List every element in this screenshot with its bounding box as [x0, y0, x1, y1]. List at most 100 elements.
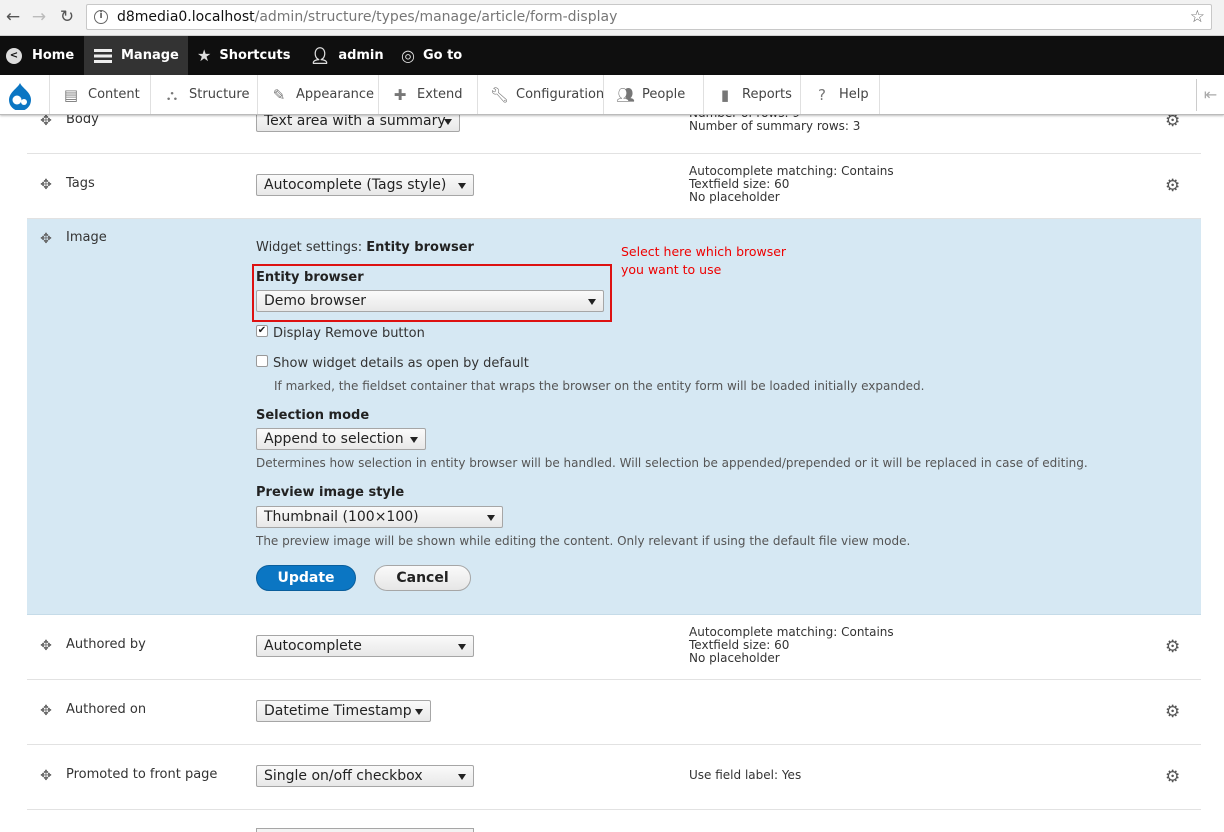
selection-mode-label: Selection mode [256, 408, 370, 423]
summary-line: Number of summary rows: 3 [689, 119, 861, 133]
annotation-text: Select here which browser you want to us… [621, 244, 787, 277]
table-row-authored-on: ✥ Authored on Datetime Timestamp ⚙ [27, 680, 1201, 745]
tray-item-people[interactable]: 👥︎ People [603, 75, 703, 114]
widget-select[interactable]: Datetime Timestamp [256, 700, 431, 722]
drag-handle-icon[interactable]: ✥ [39, 704, 53, 718]
preview-image-style-label: Preview image style [256, 485, 405, 500]
user-icon: 👤︎ [310, 46, 331, 65]
preview-image-style-select[interactable]: Thumbnail (100×100) [256, 506, 503, 528]
toolbar-home-label: Home [32, 48, 75, 63]
widget-summary: Use field label: Yes [689, 769, 801, 782]
structure-icon: ⛬ [166, 85, 178, 104]
tray-item-label: Help [839, 87, 869, 102]
toolbar-goto-label: Go to [422, 48, 463, 63]
toolbar-manage[interactable]: Manage [84, 36, 188, 75]
selection-mode-description: Determines how selection in entity brows… [256, 456, 1088, 470]
table-row-authored-by: ✥ Authored by Autocomplete Autocomplete … [27, 615, 1201, 680]
field-label: Image [66, 230, 107, 245]
toolbar-user-label: admin [338, 48, 384, 63]
url-host: d8media0.localhost [117, 9, 255, 25]
wrench-icon: 🔧︎ [490, 85, 510, 104]
widget-select[interactable]: Single on/off checkbox [256, 765, 474, 787]
site-info-icon[interactable]: i [94, 10, 108, 24]
bar-chart-icon: ▮ [720, 85, 730, 104]
drag-handle-icon[interactable]: ✥ [39, 639, 53, 653]
summary-line: No placeholder [689, 651, 780, 665]
field-label: Authored on [66, 702, 147, 717]
widget-summary: Autocomplete matching: Contains Textfiel… [689, 165, 894, 204]
gear-icon[interactable]: ⚙ [1165, 702, 1180, 722]
tray-item-label: Appearance [296, 87, 375, 102]
tray-item-structure[interactable]: ⛬ Structure [150, 75, 251, 114]
table-row-tags: ✥ Tags Autocomplete (Tags style) Autocom… [27, 154, 1201, 219]
bookmark-star-icon[interactable]: ☆ [1190, 7, 1205, 27]
entity-browser-label: Entity browser [256, 270, 364, 285]
toolbar-shortcuts-label: Shortcuts [219, 48, 291, 63]
drag-handle-icon[interactable]: ✥ [39, 769, 53, 783]
drag-handle-icon[interactable]: ✥ [39, 232, 53, 246]
star-icon: ★ [197, 46, 212, 65]
url-text: d8media0.localhost/admin/structure/types… [117, 9, 617, 26]
summary-line: No placeholder [689, 190, 780, 204]
widget-settings-heading: Widget settings: Entity browser [256, 240, 474, 255]
back-arrow-icon[interactable]: ← [2, 6, 24, 28]
puzzle-icon: ✚ [393, 85, 407, 104]
field-label: Tags [66, 176, 95, 191]
browser-chrome: ← → ↻ i d8media0.localhost/admin/structu… [0, 0, 1224, 36]
drag-handle-icon[interactable]: ✥ [39, 114, 53, 128]
toolbar-user[interactable]: 👤︎ admin [310, 36, 384, 75]
field-label: Promoted to front page [66, 767, 218, 782]
tray-item-label: Configuration [516, 87, 605, 102]
tray-item-help[interactable]: ? Help [800, 75, 880, 114]
gear-icon[interactable]: ⚙ [1165, 176, 1180, 196]
show-details-checkbox[interactable] [256, 355, 268, 367]
display-remove-label: Display Remove button [273, 326, 425, 341]
toolbar-home[interactable]: < Home [4, 36, 84, 75]
tray-item-label: Extend [417, 87, 463, 102]
admin-toolbar: < Home Manage ★ Shortcuts 👤︎ admin ◎ Go … [0, 36, 1224, 75]
table-row-promoted: ✥ Promoted to front page Single on/off c… [27, 745, 1201, 810]
tray-item-reports[interactable]: ▮ Reports [703, 75, 800, 114]
people-icon: 👥︎ [616, 85, 636, 104]
menu-icon [94, 48, 112, 63]
field-label: Authored by [66, 637, 146, 652]
goto-icon: ◎ [401, 46, 415, 65]
content-icon: ▤ [63, 85, 79, 104]
gear-icon[interactable]: ⚙ [1165, 637, 1180, 657]
url-path: /admin/structure/types/manage/article/fo… [254, 9, 618, 25]
manage-tray: ▤ Content ⛬ Structure ✎ Appearance ✚ Ext… [0, 75, 1224, 115]
forward-arrow-icon[interactable]: → [28, 6, 50, 28]
next-row-select-edge [256, 828, 474, 832]
address-bar[interactable]: i d8media0.localhost/admin/structure/typ… [86, 4, 1212, 30]
tray-item-label: Structure [189, 87, 250, 102]
preview-image-style-description: The preview image will be shown while ed… [256, 534, 911, 548]
widget-select[interactable]: Autocomplete [256, 635, 474, 657]
tray-item-label: Content [88, 87, 140, 102]
show-details-description: If marked, the fieldset container that w… [274, 379, 925, 393]
tray-item-label: Reports [742, 87, 792, 102]
reload-icon[interactable]: ↻ [56, 6, 78, 28]
table-row-image: ✥ Image [27, 219, 1201, 615]
tray-orientation-toggle-icon[interactable]: ⇤ [1196, 79, 1224, 111]
widget-select[interactable]: Autocomplete (Tags style) [256, 174, 474, 196]
tray-item-extend[interactable]: ✚ Extend [378, 75, 477, 114]
summary-line: Use field label: Yes [689, 768, 802, 782]
toolbar-goto[interactable]: ◎ Go to [401, 36, 462, 75]
widget-settings-prefix: Widget settings: [256, 240, 363, 255]
tray-item-label: People [642, 87, 686, 102]
selection-mode-select[interactable]: Append to selection [256, 428, 426, 450]
toolbar-manage-label: Manage [121, 48, 179, 63]
paintbrush-icon: ✎ [272, 85, 286, 104]
drupal-logo-icon[interactable] [6, 82, 34, 110]
update-button[interactable]: Update [256, 565, 356, 591]
widget-summary: Autocomplete matching: Contains Textfiel… [689, 626, 894, 665]
tray-item-configuration[interactable]: 🔧︎ Configuration [477, 75, 605, 114]
cancel-button[interactable]: Cancel [374, 565, 471, 591]
tray-item-content[interactable]: ▤ Content [49, 75, 150, 114]
toolbar-shortcuts[interactable]: ★ Shortcuts [197, 36, 290, 75]
display-remove-checkbox[interactable]: ✔ [256, 325, 268, 337]
drag-handle-icon[interactable]: ✥ [39, 178, 53, 192]
tray-item-appearance[interactable]: ✎ Appearance [257, 75, 377, 114]
entity-browser-select[interactable]: Demo browser [256, 290, 604, 312]
gear-icon[interactable]: ⚙ [1165, 767, 1180, 787]
